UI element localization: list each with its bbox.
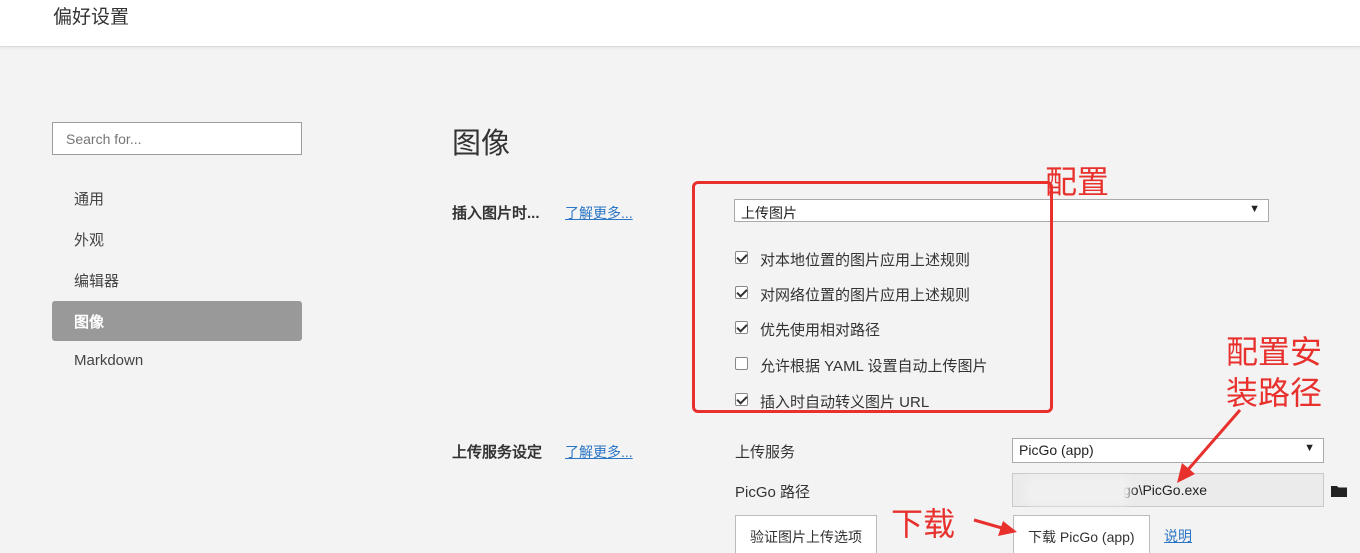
arrow-to-download-button [973, 518, 1017, 536]
arrow-to-path-field [1177, 409, 1242, 483]
annotation-arrows [973, 409, 1242, 536]
